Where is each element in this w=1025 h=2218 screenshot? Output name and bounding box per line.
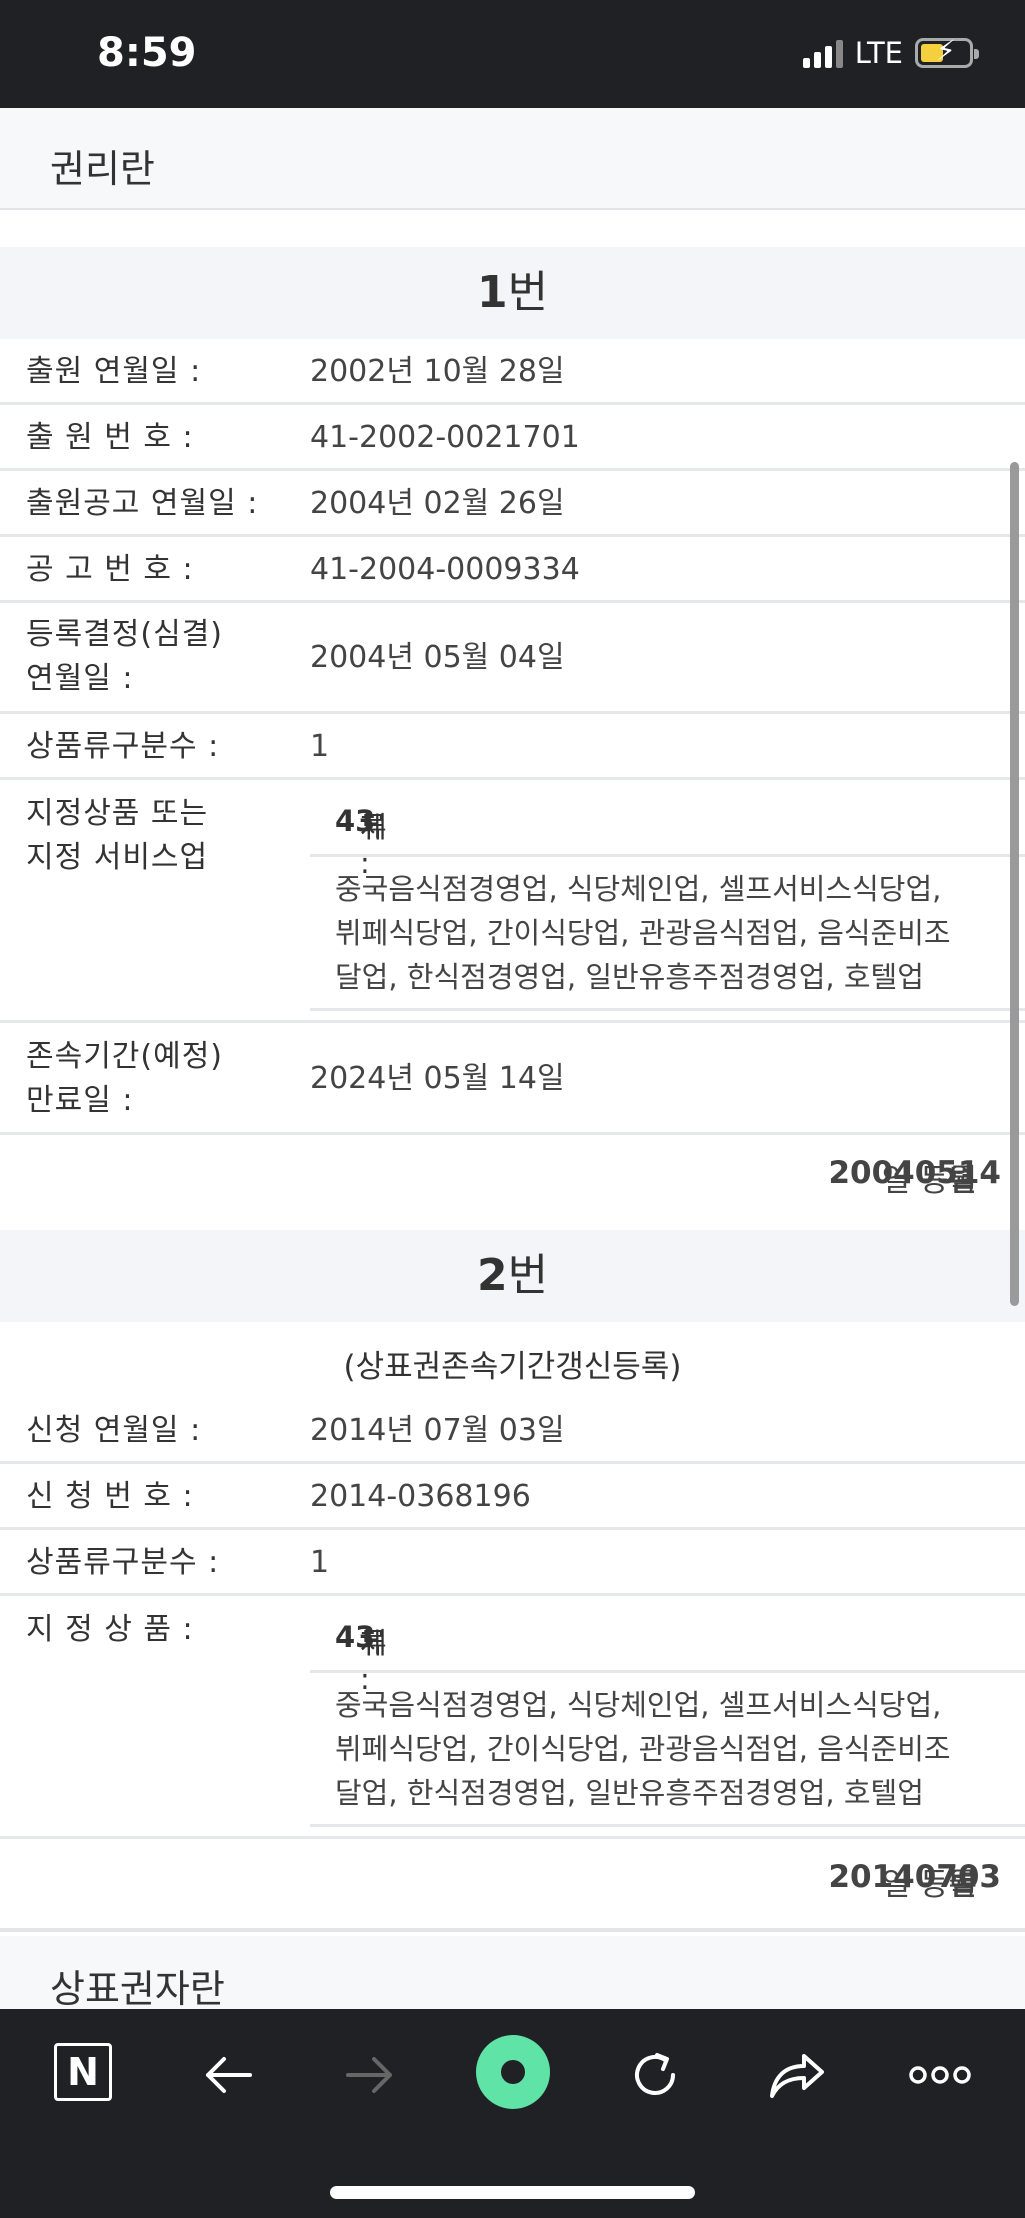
home-indicator[interactable] [330,2186,695,2199]
rights-section-header: 권리란 [0,108,1025,210]
goods-class-label: 제 43 류 : [335,1620,387,1696]
entry2-registration-date: 2014 년 07 월 03 일 등록 [0,1839,1025,1932]
entry1-row-decision-date: 등록결정(심결) 연월일 : 2004년 05월 04일 [0,603,1025,714]
rights-section-title: 권리란 [50,147,155,191]
row-value: 2014년 07월 03일 [310,1413,565,1448]
more-icon[interactable] [905,2040,975,2110]
entry1-goods-class-header: 제 43 류 : [310,780,1025,880]
refresh-icon[interactable] [620,2040,690,2110]
row-value: 1 [310,729,330,764]
entry1-row-publication-date: 출원공고 연월일 : 2004년 02월 26일 [0,471,1025,537]
registration-text: 2014 년 07 월 03 일 등록 [828,1859,1001,1903]
goods-class-label: 제 43 류 : [335,804,387,880]
back-arrow-icon[interactable] [193,2040,263,2110]
row-label: 신 청 번 호 : [26,1479,194,1514]
status-indicators: LTE ⚡ [802,36,979,70]
entry1-row-application-date: 출원 연월일 : 2002년 10월 28일 [0,339,1025,405]
row-value: 2024년 05월 14일 [310,1061,565,1096]
entry1-row-application-number: 출 원 번 호 : 41-2002-0021701 [0,405,1025,471]
row-label: 공 고 번 호 : [26,552,194,587]
entry2-goods-class-header: 제 43 류 : [310,1596,1025,1696]
row-value: 2004년 05월 04일 [310,640,565,675]
status-time: 8:59 [97,30,197,76]
entry1-number-header: 1번 [0,247,1025,339]
row-label: 출 원 번 호 : [26,420,194,455]
network-label: LTE [854,36,903,70]
entry2-row-request-date: 신청 연월일 : 2014년 07월 03일 [0,1398,1025,1464]
battery-charging-icon: ⚡ [915,37,979,68]
goods-line: 달업, 한식점경영업, 일반유흥주점경영업, 호텔업 [335,960,924,994]
entry1-row-publication-number: 공 고 번 호 : 41-2004-0009334 [0,537,1025,603]
entry2-number: 2번 [476,1250,549,1301]
goods-line: 뷔페식당업, 간이식당업, 관광음식점업, 음식준비조 [335,916,951,950]
row-label: 상품류구분수 : [26,729,220,764]
entry1-row-class-count: 상품류구분수 : 1 [0,714,1025,780]
goods-line: 중국음식점경영업, 식당체인업, 셀프서비스식당업, [335,872,942,906]
row-value: 2014-0368196 [310,1479,531,1514]
share-icon[interactable] [763,2040,833,2110]
signal-icon [802,38,843,68]
row-value: 41-2004-0009334 [310,552,580,587]
row-label: 신청 연월일 : [26,1413,202,1448]
row-label: 지 정 상 품 : [26,1612,194,1647]
entry2-row-class-count: 상품류구분수 : 1 [0,1530,1025,1596]
goods-line: 뷔페식당업, 간이식당업, 관광음식점업, 음식준비조 [335,1732,951,1766]
row-label: 등록결정(심결) 연월일 : [26,617,224,696]
row-label: 지정상품 또는 지정 서비스업 [26,796,209,875]
entry1-number: 1번 [476,267,549,318]
naver-logo-icon[interactable]: N [54,2043,112,2101]
entry1-row-expiry-date: 존속기간(예정) 만료일 : 2024년 05월 14일 [0,1023,1025,1135]
owner-section-header: 상표권자란 [0,1936,1025,2009]
row-label: 출원 연월일 : [26,354,202,389]
row-value: 1 [310,1545,330,1580]
row-label: 존속기간(예정) 만료일 : [26,1039,224,1118]
scrollbar-thumb[interactable] [1010,462,1019,1306]
registration-text: 2004 년 05 월 14 일 등록 [828,1155,1001,1199]
forward-arrow-icon[interactable] [335,2040,405,2110]
row-value: 41-2002-0021701 [310,420,580,455]
entry1-registration-date: 2004 년 05 월 14 일 등록 [0,1135,1025,1230]
entry1-goods-list: 중국음식점경영업, 식당체인업, 셀프서비스식당업, 뷔페식당업, 간이식당업,… [310,857,1025,1011]
entry2-goods-list: 중국음식점경영업, 식당체인업, 셀프서비스식당업, 뷔페식당업, 간이식당업,… [310,1673,1025,1827]
row-label: 상품류구분수 : [26,1545,220,1580]
row-value: 2002년 10월 28일 [310,354,565,389]
entry2-subtitle: (상표권존속기간갱신등록) [343,1349,682,1385]
status-bar: 8:59 LTE ⚡ [0,0,1025,108]
goods-line: 달업, 한식점경영업, 일반유흥주점경영업, 호텔업 [335,1776,924,1810]
row-label: 출원공고 연월일 : [26,486,259,521]
goods-line: 중국음식점경영업, 식당체인업, 셀프서비스식당업, [335,1688,942,1722]
owner-section-title: 상표권자란 [50,1967,225,2009]
entry2-number-header: 2번 [0,1230,1025,1322]
row-value: 2004년 02월 26일 [310,486,565,521]
home-green-icon[interactable] [476,2035,550,2109]
entry2-row-request-number: 신 청 번 호 : 2014-0368196 [0,1464,1025,1530]
